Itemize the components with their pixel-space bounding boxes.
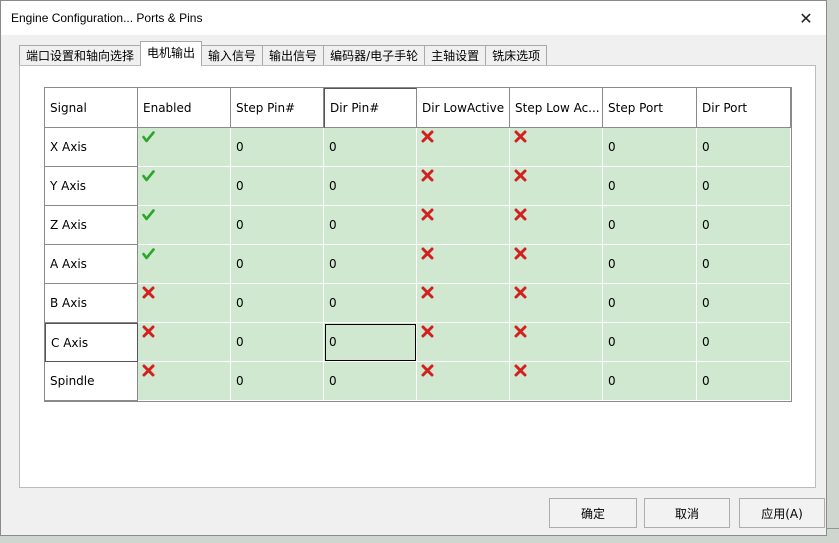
- row-header-signal[interactable]: Z Axis: [45, 206, 138, 245]
- step-port-cell[interactable]: 0: [603, 167, 697, 206]
- row-header-signal[interactable]: A Axis: [45, 245, 138, 284]
- step-port-cell[interactable]: 0: [603, 245, 697, 284]
- dir-low-active-toggle[interactable]: [417, 323, 510, 362]
- grid-row-b-axis: B Axis 0 0 0 0: [45, 284, 791, 323]
- close-button[interactable]: ✕: [786, 1, 826, 35]
- grid-row-x-axis: X Axis 0 0 0 0: [45, 128, 791, 167]
- step-port-cell[interactable]: 0: [603, 362, 697, 401]
- row-header-signal[interactable]: Y Axis: [45, 167, 138, 206]
- row-header-signal[interactable]: Spindle: [45, 362, 138, 401]
- enabled-toggle[interactable]: [138, 323, 231, 362]
- dir-low-active-toggle[interactable]: [417, 128, 510, 167]
- dir-low-active-toggle[interactable]: [417, 167, 510, 206]
- enabled-toggle[interactable]: [138, 245, 231, 284]
- step-pin-cell[interactable]: 0: [231, 323, 324, 362]
- row-header-signal[interactable]: C Axis: [45, 323, 138, 362]
- enabled-toggle[interactable]: [138, 167, 231, 206]
- background-window-edge: [825, 0, 839, 542]
- dir-pin-cell[interactable]: 0: [324, 284, 417, 323]
- grid-row-c-axis: C Axis 0 0 0 0: [45, 323, 791, 362]
- tab-spindle-setup[interactable]: 主轴设置: [424, 45, 487, 66]
- step-port-cell[interactable]: 0: [603, 323, 697, 362]
- tab-strip: 端口设置和轴向选择 电机输出 输入信号 输出信号 编码器/电子手轮 主轴设置 铣床选项: [19, 41, 548, 66]
- engine-config-dialog: Engine Configuration... Ports & Pins ✕ 端…: [0, 0, 827, 536]
- enabled-toggle[interactable]: [138, 284, 231, 323]
- enabled-toggle[interactable]: [138, 128, 231, 167]
- dir-low-active-toggle[interactable]: [417, 206, 510, 245]
- row-header-signal[interactable]: B Axis: [45, 284, 138, 323]
- dir-port-cell[interactable]: 0: [697, 362, 791, 401]
- step-low-active-toggle[interactable]: [510, 362, 603, 401]
- dir-pin-cell[interactable]: 0: [324, 323, 417, 362]
- column-header-dir-pin[interactable]: Dir Pin#: [324, 88, 417, 128]
- ok-button[interactable]: 确定: [549, 498, 637, 528]
- tab-encoder-mpg[interactable]: 编码器/电子手轮: [323, 45, 426, 66]
- grid-header-row: Signal Enabled Step Pin# Dir Pin# Dir LowAct…: [45, 88, 791, 128]
- column-header-step-pin[interactable]: Step Pin#: [231, 88, 324, 128]
- tab-input-signals[interactable]: 输入信号: [201, 45, 264, 66]
- dir-port-cell[interactable]: 0: [697, 323, 791, 362]
- step-low-active-toggle[interactable]: [510, 206, 603, 245]
- tab-mill-options[interactable]: 铣床选项: [485, 45, 548, 66]
- step-low-active-toggle[interactable]: [510, 128, 603, 167]
- dir-port-cell[interactable]: 0: [697, 128, 791, 167]
- step-low-active-toggle[interactable]: [510, 245, 603, 284]
- motor-outputs-panel: Signal Enabled Step Pin# Dir Pin# Dir LowAct…: [19, 65, 816, 488]
- step-low-active-toggle[interactable]: [510, 323, 603, 362]
- apply-button[interactable]: 应用(A): [739, 498, 825, 528]
- enabled-toggle[interactable]: [138, 206, 231, 245]
- grid-row-a-axis: A Axis 0 0 0 0: [45, 245, 791, 284]
- dir-pin-cell[interactable]: 0: [324, 245, 417, 284]
- step-pin-cell[interactable]: 0: [231, 206, 324, 245]
- step-pin-cell[interactable]: 0: [231, 167, 324, 206]
- dir-low-active-toggle[interactable]: [417, 284, 510, 323]
- close-icon: ✕: [799, 8, 813, 28]
- step-low-active-toggle[interactable]: [510, 167, 603, 206]
- step-pin-cell[interactable]: 0: [231, 362, 324, 401]
- tab-output-signals[interactable]: 输出信号: [262, 45, 325, 66]
- row-header-signal[interactable]: X Axis: [45, 128, 138, 167]
- dir-port-cell[interactable]: 0: [697, 167, 791, 206]
- dir-pin-cell[interactable]: 0: [324, 362, 417, 401]
- step-pin-cell[interactable]: 0: [231, 128, 324, 167]
- tab-port-axis-select[interactable]: 端口设置和轴向选择: [19, 45, 142, 66]
- column-header-enabled[interactable]: Enabled: [138, 88, 231, 128]
- dir-port-cell[interactable]: 0: [697, 284, 791, 323]
- column-header-step-port[interactable]: Step Port: [603, 88, 697, 128]
- title-bar[interactable]: Engine Configuration... Ports & Pins ✕: [1, 1, 826, 35]
- step-low-active-toggle[interactable]: [510, 284, 603, 323]
- dir-pin-cell[interactable]: 0: [324, 167, 417, 206]
- dir-low-active-toggle[interactable]: [417, 362, 510, 401]
- column-header-dir-low-active[interactable]: Dir LowActive: [417, 88, 510, 128]
- dir-port-cell[interactable]: 0: [697, 245, 791, 284]
- cancel-button[interactable]: 取消: [644, 498, 730, 528]
- dir-pin-cell[interactable]: 0: [324, 206, 417, 245]
- dir-low-active-toggle[interactable]: [417, 245, 510, 284]
- tab-motor-outputs[interactable]: 电机输出: [140, 41, 203, 66]
- grid-row-spindle: Spindle 0 0 0 0: [45, 362, 791, 401]
- motor-outputs-grid: Signal Enabled Step Pin# Dir Pin# Dir LowAct…: [44, 87, 792, 402]
- window-title: Engine Configuration... Ports & Pins: [11, 11, 203, 25]
- dir-pin-cell[interactable]: 0: [324, 128, 417, 167]
- column-header-signal[interactable]: Signal: [45, 88, 138, 128]
- step-port-cell[interactable]: 0: [603, 284, 697, 323]
- grid-row-z-axis: Z Axis 0 0 0 0: [45, 206, 791, 245]
- column-header-dir-port[interactable]: Dir Port: [697, 88, 791, 128]
- step-pin-cell[interactable]: 0: [231, 284, 324, 323]
- step-port-cell[interactable]: 0: [603, 128, 697, 167]
- column-header-step-low-active[interactable]: Step Low Ac...: [510, 88, 603, 128]
- step-port-cell[interactable]: 0: [603, 206, 697, 245]
- grid-row-y-axis: Y Axis 0 0 0 0: [45, 167, 791, 206]
- step-pin-cell[interactable]: 0: [231, 245, 324, 284]
- dir-port-cell[interactable]: 0: [697, 206, 791, 245]
- enabled-toggle[interactable]: [138, 362, 231, 401]
